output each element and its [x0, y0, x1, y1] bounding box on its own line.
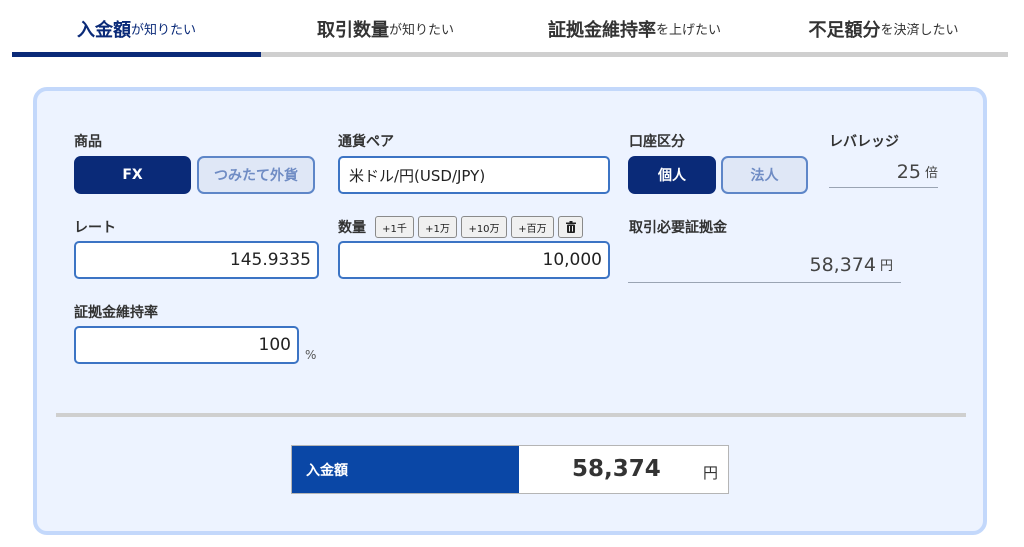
trash-icon	[565, 221, 576, 233]
required-margin-value: 58,374	[809, 254, 876, 276]
account-option-individual[interactable]: 個人	[628, 156, 716, 194]
leverage-value: 25	[896, 161, 921, 183]
product-option-tsumitate[interactable]: つみたて外貨	[197, 156, 315, 194]
tab-deposit-amount-strong: 入金額	[76, 19, 131, 41]
leverage-readout: 25 倍	[829, 158, 938, 188]
currency-pair-label: 通貨ペア	[338, 134, 394, 150]
quantity-add-100k-button[interactable]: +10万	[461, 216, 507, 238]
margin-ratio-input[interactable]: 100	[74, 326, 299, 364]
tab-deposit-amount[interactable]: 入金額 が知りたい	[12, 0, 261, 57]
section-divider	[56, 413, 966, 417]
tab-raise-margin-ratio-weak: を上げたい	[655, 23, 721, 38]
quantity-clear-button[interactable]	[558, 216, 583, 238]
result-unit: 円	[703, 464, 719, 482]
margin-ratio-unit: %	[305, 348, 317, 362]
tab-trade-quantity[interactable]: 取引数量 が知りたい	[261, 0, 510, 57]
tab-trade-quantity-strong: 取引数量	[316, 19, 389, 41]
leverage-unit: 倍	[924, 166, 938, 181]
required-margin-unit: 円	[879, 259, 893, 274]
product-option-fx[interactable]: FX	[74, 156, 191, 194]
calculator-tabs: 入金額 が知りたい 取引数量 が知りたい 証拠金維持率 を上げたい 不足額分 を…	[12, 0, 1008, 57]
result-label: 入金額	[292, 446, 519, 493]
required-margin-readout: 58,374 円	[628, 247, 901, 283]
tab-settle-shortfall-weak: を決済したい	[880, 23, 959, 38]
tab-raise-margin-ratio-strong: 証拠金維持率	[547, 19, 656, 41]
rate-input[interactable]: 145.9335	[74, 241, 319, 279]
tab-settle-shortfall-strong: 不足額分	[808, 19, 881, 41]
product-label: 商品	[74, 134, 102, 150]
tab-trade-quantity-weak: が知りたい	[388, 23, 454, 38]
quantity-label: 数量	[338, 220, 366, 236]
quantity-add-10k-button[interactable]: +1万	[418, 216, 457, 238]
tab-deposit-amount-weak: が知りたい	[130, 23, 196, 38]
tab-active-indicator	[12, 52, 261, 57]
quantity-input[interactable]: 10,000	[338, 241, 610, 279]
margin-ratio-label: 証拠金維持率	[74, 305, 158, 321]
quantity-add-1k-button[interactable]: +1千	[375, 216, 414, 238]
tab-settle-shortfall[interactable]: 不足額分 を決済したい	[759, 0, 1008, 57]
result-value: 58,374	[572, 456, 661, 482]
required-margin-label: 取引必要証拠金	[629, 220, 727, 236]
account-option-corporate[interactable]: 法人	[721, 156, 808, 194]
account-type-label: 口座区分	[629, 134, 685, 150]
tab-raise-margin-ratio[interactable]: 証拠金維持率 を上げたい	[510, 0, 759, 57]
leverage-label: レバレッジ	[829, 134, 899, 150]
result-box: 入金額 58,374 円	[291, 445, 729, 494]
quantity-add-1m-button[interactable]: +百万	[511, 216, 554, 238]
currency-pair-select[interactable]: 米ドル/円(USD/JPY)	[338, 156, 610, 194]
rate-label: レート	[74, 220, 116, 236]
